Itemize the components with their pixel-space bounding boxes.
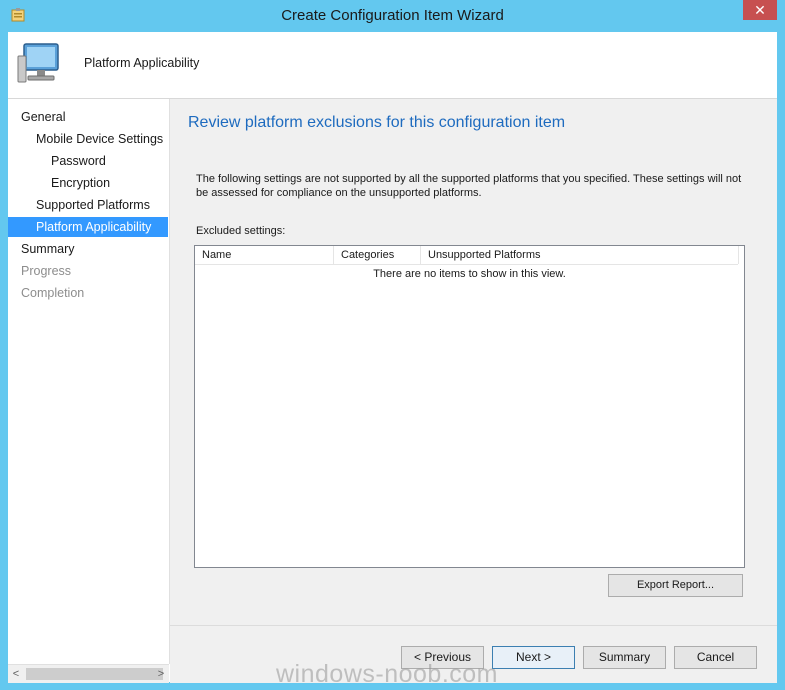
wizard-steps-nav: General Mobile Device Settings Password …: [8, 99, 170, 664]
excluded-settings-list[interactable]: Name Categories Unsupported Platforms Th…: [194, 245, 745, 568]
title-bar: Create Configuration Item Wizard ✕: [0, 0, 785, 32]
window-frame-bottom: [0, 682, 785, 690]
column-header-unsupported-platforms[interactable]: Unsupported Platforms: [421, 246, 739, 264]
close-button[interactable]: ✕: [743, 0, 777, 20]
wizard-header: Platform Applicability: [8, 32, 777, 99]
wizard-content: Review platform exclusions for this conf…: [170, 99, 777, 625]
computer-icon: [17, 43, 59, 83]
window-title: Create Configuration Item Wizard: [281, 7, 504, 24]
next-button[interactable]: Next >: [492, 646, 575, 669]
nav-item-completion: Completion: [21, 286, 85, 300]
scrollbar-thumb[interactable]: [26, 668, 163, 680]
nav-item-encryption[interactable]: Encryption: [8, 173, 168, 193]
nav-item-platform-applicability[interactable]: Platform Applicability: [8, 217, 168, 237]
excluded-settings-label: Excluded settings:: [196, 225, 286, 237]
description-text: The following settings are not supported…: [196, 173, 742, 199]
summary-button[interactable]: Summary: [583, 646, 666, 669]
column-header-categories[interactable]: Categories: [334, 246, 421, 264]
content-heading: Review platform exclusions for this conf…: [188, 114, 566, 131]
empty-list-message: There are no items to show in this view.: [373, 268, 566, 280]
nav-item-mobile-device-settings[interactable]: Mobile Device Settings: [8, 129, 168, 149]
previous-button[interactable]: < Previous: [401, 646, 484, 669]
nav-item-summary[interactable]: Summary: [8, 239, 168, 259]
scroll-right-arrow-icon[interactable]: >: [153, 665, 169, 683]
wizard-footer: < Previous Next > Summary Cancel: [170, 625, 777, 683]
nav-horizontal-scrollbar[interactable]: < >: [8, 664, 169, 683]
window-frame-right: [777, 32, 785, 690]
column-header-name[interactable]: Name: [195, 246, 334, 264]
list-header: Name Categories Unsupported Platforms: [195, 246, 739, 265]
page-title: Platform Applicability: [84, 56, 200, 70]
nav-item-progress: Progress: [21, 264, 72, 278]
export-report-button[interactable]: Export Report...: [608, 574, 743, 597]
nav-item-general[interactable]: General: [8, 107, 168, 127]
window-frame-left: [0, 32, 8, 690]
nav-item-supported-platforms[interactable]: Supported Platforms: [8, 195, 168, 215]
scroll-left-arrow-icon[interactable]: <: [8, 665, 24, 683]
nav-item-password[interactable]: Password: [8, 151, 168, 171]
cancel-button[interactable]: Cancel: [674, 646, 757, 669]
